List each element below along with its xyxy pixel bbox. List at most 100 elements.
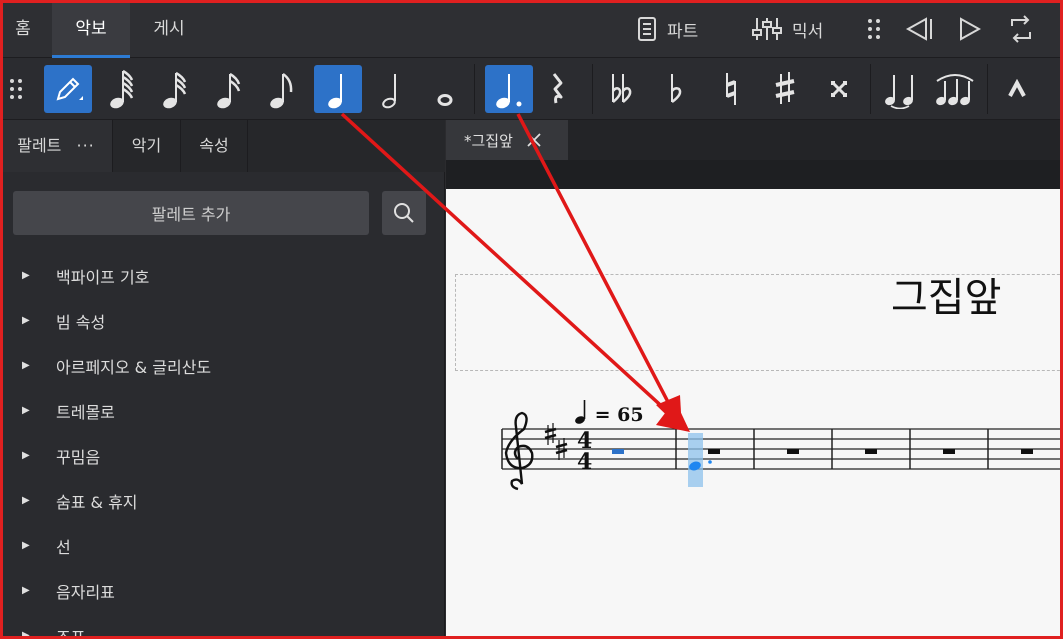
augmentation-dot-button[interactable]	[485, 65, 533, 113]
16th-note-button[interactable]	[206, 65, 254, 113]
natural-icon	[726, 73, 736, 105]
whole-note-button[interactable]	[421, 65, 469, 113]
sharp-button[interactable]	[761, 65, 809, 113]
marcato-button[interactable]	[993, 65, 1041, 113]
palette-item-label: 백파이프 기호	[56, 267, 150, 287]
pencil-icon	[56, 77, 83, 101]
palette-item-clefs[interactable]: ▶ 음자리표	[0, 568, 445, 613]
add-palette-button[interactable]: 팔레트 추가	[13, 191, 369, 235]
sharp-icon	[775, 72, 795, 104]
64th-note-icon	[110, 69, 134, 109]
expand-arrow-icon: ▶	[22, 315, 30, 326]
palette-item-label: 음자리표	[56, 582, 115, 602]
mixer-button[interactable]: 믹서	[752, 0, 823, 58]
rewind-icon[interactable]	[904, 17, 934, 41]
half-note-button[interactable]	[368, 65, 416, 113]
slur-icon	[936, 74, 974, 106]
16th-note-icon	[217, 72, 241, 109]
flat-icon	[671, 74, 682, 104]
expand-arrow-icon: ▶	[22, 405, 30, 416]
quarter-note-icon	[328, 74, 342, 109]
tie-icon	[885, 75, 913, 109]
palette-panel: 팔레트 ··· 악기 속성 팔레트 추가 ▶ 백파이프 기호 ▶ 빔 속성 ▶ 아르페…	[0, 120, 445, 639]
palette-item-beam[interactable]: ▶ 빔 속성	[0, 298, 445, 343]
expand-arrow-icon: ▶	[22, 360, 30, 371]
mixer-label: 믹서	[792, 21, 824, 42]
tab-palette[interactable]: 팔레트 ···	[0, 120, 113, 172]
8th-note-button[interactable]	[259, 65, 307, 113]
document-tab-label: *그집앞	[464, 131, 513, 150]
tab-instruments[interactable]: 악기	[113, 120, 181, 172]
measure-rests	[708, 449, 1033, 454]
parts-label: 파트	[667, 21, 699, 42]
svg-text:4: 4	[577, 449, 592, 475]
document-tab[interactable]: *그집앞	[446, 120, 568, 160]
marcato-icon	[1008, 79, 1026, 97]
selection-highlight	[688, 433, 703, 487]
treble-clef-icon	[504, 411, 534, 491]
top-menu-bar: 홈 악보 게시 파트 믹서	[0, 0, 1063, 58]
64th-note-button[interactable]	[99, 65, 147, 113]
double-flat-icon	[612, 74, 632, 103]
time-signature: 4 4	[577, 428, 592, 475]
note-input-toolbar	[0, 58, 1063, 120]
32nd-note-icon	[163, 71, 187, 109]
expand-arrow-icon: ▶	[22, 450, 30, 461]
expand-arrow-icon: ▶	[22, 585, 30, 596]
natural-button[interactable]	[707, 65, 755, 113]
palette-item-label: 숨표 & 휴지	[56, 492, 138, 512]
input-rest	[612, 449, 624, 454]
toolbar-drag-handle-icon[interactable]	[8, 77, 24, 101]
quarter-rest-icon	[552, 73, 563, 104]
32nd-note-button[interactable]	[152, 65, 200, 113]
tab-publish[interactable]: 게시	[136, 0, 202, 58]
tab-home[interactable]: 홈	[0, 0, 46, 58]
close-icon[interactable]	[527, 133, 541, 147]
expand-arrow-icon: ▶	[22, 540, 30, 551]
palette-item-label: 트레몰로	[56, 402, 115, 422]
palette-item-key-signatures[interactable]: ▶ 조표	[0, 613, 445, 639]
palette-list: ▶ 백파이프 기호 ▶ 빔 속성 ▶ 아르페지오 & 글리산도 ▶ 트레몰로 ▶ 꾸밈음 …	[0, 253, 445, 639]
palette-item-label: 조표	[56, 627, 86, 639]
double-sharp-button[interactable]	[815, 65, 863, 113]
palette-item-breaths[interactable]: ▶ 숨표 & 휴지	[0, 478, 445, 523]
palette-item-grace-notes[interactable]: ▶ 꾸밈음	[0, 433, 445, 478]
double-flat-button[interactable]	[598, 65, 646, 113]
more-options-icon[interactable]: ···	[77, 136, 95, 155]
loop-icon[interactable]	[1006, 14, 1036, 44]
staff-system: 4 4	[501, 411, 1063, 491]
panel-tab-bar: 팔레트 ··· 악기 속성	[0, 120, 445, 172]
whole-note-icon	[437, 94, 453, 106]
flat-button[interactable]	[652, 65, 700, 113]
score-canvas[interactable]: 그집앞 = 65 4 4	[446, 189, 1063, 639]
palette-item-label: 아르페지오 & 글리산도	[56, 357, 212, 377]
parts-button[interactable]: 파트	[637, 0, 698, 58]
palette-search-button[interactable]	[382, 191, 426, 235]
palette-item-bagpipe[interactable]: ▶ 백파이프 기호	[0, 253, 445, 298]
tie-button[interactable]	[877, 65, 925, 113]
expand-arrow-icon: ▶	[22, 630, 30, 639]
note-input-pencil-button[interactable]	[44, 65, 92, 113]
palette-item-lines[interactable]: ▶ 선	[0, 523, 445, 568]
document-icon	[638, 17, 656, 41]
play-icon[interactable]	[957, 17, 981, 41]
double-sharp-icon	[831, 81, 847, 97]
palette-item-tremolo[interactable]: ▶ 트레몰로	[0, 388, 445, 433]
rest-button[interactable]	[536, 65, 580, 113]
expand-arrow-icon: ▶	[22, 270, 30, 281]
palette-item-label: 빔 속성	[56, 312, 106, 332]
drag-handle-icon[interactable]	[866, 17, 882, 41]
8th-note-icon	[270, 72, 293, 109]
document-tab-bar: *그집앞	[446, 120, 1063, 160]
tab-properties[interactable]: 속성	[181, 120, 248, 172]
slur-button[interactable]	[931, 65, 979, 113]
expand-arrow-icon: ▶	[22, 495, 30, 506]
dotted-note-icon	[496, 74, 522, 109]
quarter-note-button[interactable]	[314, 65, 362, 113]
tab-score[interactable]: 악보	[52, 0, 130, 58]
search-icon	[394, 203, 414, 223]
tab-palette-label: 팔레트	[17, 136, 62, 155]
palette-item-arpeggio[interactable]: ▶ 아르페지오 & 글리산도	[0, 343, 445, 388]
palette-item-label: 선	[56, 537, 71, 557]
document-ruler-strip	[446, 160, 1063, 189]
